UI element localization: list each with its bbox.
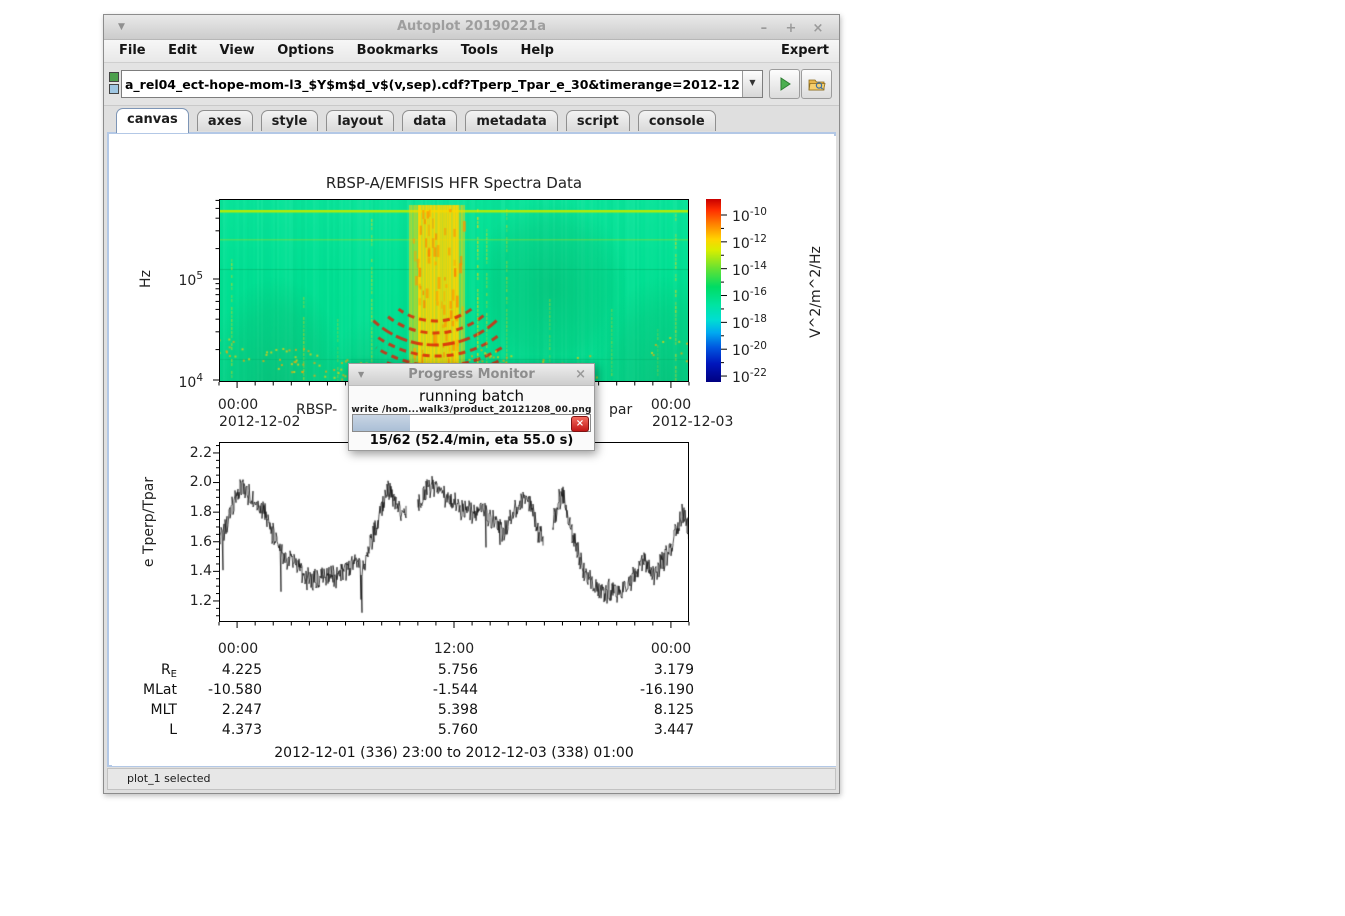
- spectrogram-ylabel: Hz: [138, 270, 154, 288]
- eph-l-3: 3.447: [599, 722, 694, 738]
- cbar-tick-1: 10-12: [732, 233, 767, 252]
- line-ytick-16: 1.6: [167, 534, 212, 550]
- play-icon: [777, 76, 793, 92]
- spectrogram-ytick-1e4: 104: [157, 372, 203, 391]
- line-ytick-20: 2.0: [167, 474, 212, 490]
- tab-axes[interactable]: axes: [197, 110, 253, 131]
- menu-tools[interactable]: Tools: [452, 40, 507, 62]
- eph-mlt-3: 8.125: [599, 702, 694, 718]
- spec-xtick-right: 00:00: [631, 397, 711, 413]
- eph-mlat-1: -10.580: [167, 682, 262, 698]
- tab-layout[interactable]: layout: [326, 110, 394, 131]
- plot2-title-fragment-left: RBSP-: [296, 402, 337, 418]
- autoplot-window: ▼ Autoplot 20190221a – + × File Edit Vie…: [103, 14, 840, 794]
- tab-script[interactable]: script: [566, 110, 630, 131]
- tabbar: canvas axes style layout data metadata s…: [104, 107, 839, 132]
- maximize-button[interactable]: +: [780, 17, 802, 41]
- uri-input[interactable]: [122, 71, 742, 97]
- uri-combobox: ▼: [121, 70, 763, 98]
- tab-metadata[interactable]: metadata: [465, 110, 557, 131]
- eph-mlt-2: 5.398: [383, 702, 478, 718]
- tperp-tpar-plot[interactable]: [219, 442, 689, 622]
- window-menu-icon[interactable]: ▼: [118, 15, 125, 39]
- line-xtick-mid: 12:00: [414, 641, 494, 657]
- minimize-button[interactable]: –: [753, 17, 775, 41]
- window-titlebar[interactable]: ▼ Autoplot 20190221a – + ×: [104, 15, 839, 40]
- chevron-down-icon: ▼: [749, 78, 755, 87]
- cbar-tick-0: 10-10: [732, 206, 767, 225]
- eph-mlat-3: -16.190: [599, 682, 694, 698]
- spec-xtick-left: 00:00: [198, 397, 278, 413]
- spec-xdate-left: 2012-12-02: [219, 414, 300, 430]
- eph-mlt-1: 2.247: [167, 702, 262, 718]
- statusbar: plot_1 selected: [107, 768, 836, 790]
- window-title: Autoplot 20190221a: [104, 15, 839, 39]
- dialog-titlebar[interactable]: ▼ Progress Monitor ×: [349, 364, 594, 386]
- plot-canvas-area[interactable]: RBSP-A/EMFISIS HFR Spectra Data Hz 105 1…: [112, 136, 836, 766]
- spectrogram-plot[interactable]: [219, 199, 689, 382]
- cbar-tick-3: 10-16: [732, 286, 767, 305]
- line-xtick-left: 00:00: [198, 641, 278, 657]
- desktop: ▼ Autoplot 20190221a – + × File Edit Vie…: [0, 0, 1345, 916]
- spectrogram-ytick-1e5: 105: [157, 270, 203, 289]
- uri-toolbar: ▼: [104, 63, 839, 106]
- menu-help[interactable]: Help: [511, 40, 562, 62]
- line-ylabel: e Tperp/Tpar: [141, 477, 157, 567]
- colorbar-label: V^2/m^2/Hz: [808, 246, 824, 338]
- menu-file[interactable]: File: [110, 40, 155, 62]
- line-ytick-18: 1.8: [167, 504, 212, 520]
- uri-dropdown-button[interactable]: ▼: [742, 71, 762, 97]
- dialog-menu-icon[interactable]: ▼: [358, 364, 364, 385]
- menu-bookmarks[interactable]: Bookmarks: [348, 40, 448, 62]
- line-ytick-22: 2.2: [167, 445, 212, 461]
- close-button[interactable]: ×: [807, 17, 829, 41]
- line-ytick-14: 1.4: [167, 563, 212, 579]
- cancel-task-button[interactable]: ×: [571, 416, 589, 432]
- tab-canvas[interactable]: canvas: [116, 108, 189, 133]
- progress-monitor-dialog[interactable]: ▼ Progress Monitor × running batch write…: [348, 363, 595, 451]
- dialog-title: Progress Monitor: [349, 364, 594, 385]
- datasource-type-icons: [109, 72, 119, 96]
- menu-edit[interactable]: Edit: [159, 40, 206, 62]
- eph-re-2: 5.756: [383, 662, 478, 678]
- tab-style[interactable]: style: [261, 110, 319, 131]
- dialog-task-label: running batch: [349, 387, 594, 405]
- cbar-tick-6: 10-22: [732, 367, 767, 386]
- eph-re-1: 4.225: [167, 662, 262, 678]
- plot2-title-fragment-right: par: [609, 402, 632, 418]
- progress-fill: [353, 415, 410, 431]
- spec-xdate-right: 2012-12-03: [652, 414, 733, 430]
- tab-console[interactable]: console: [638, 110, 716, 131]
- folder-search-icon: [808, 77, 826, 92]
- menu-view[interactable]: View: [211, 40, 264, 62]
- cbar-tick-5: 10-20: [732, 340, 767, 359]
- dialog-progress-text: 15/62 (52.4/min, eta 55.0 s): [349, 433, 594, 448]
- eph-mlat-2: -1.544: [383, 682, 478, 698]
- line-ytick-12: 1.2: [167, 593, 212, 609]
- timerange-footer: 2012-12-01 (336) 23:00 to 2012-12-03 (33…: [219, 745, 689, 761]
- datasource-blue-icon: [109, 84, 119, 94]
- cbar-tick-2: 10-14: [732, 260, 767, 279]
- menubar: File Edit View Options Bookmarks Tools H…: [104, 40, 839, 63]
- status-text: plot_1 selected: [127, 772, 211, 785]
- dialog-close-icon[interactable]: ×: [575, 364, 586, 385]
- datasource-green-icon: [109, 72, 119, 82]
- go-button[interactable]: [769, 69, 800, 99]
- progress-bar: ×: [352, 414, 591, 432]
- eph-l-2: 5.760: [383, 722, 478, 738]
- menu-options[interactable]: Options: [268, 40, 343, 62]
- eph-re-3: 3.179: [599, 662, 694, 678]
- inspect-uri-button[interactable]: [801, 69, 832, 99]
- colorbar: [706, 199, 721, 382]
- cbar-tick-4: 10-18: [732, 313, 767, 332]
- spectrogram-title: RBSP-A/EMFISIS HFR Spectra Data: [219, 174, 689, 192]
- tab-data[interactable]: data: [402, 110, 457, 131]
- expert-menu[interactable]: Expert: [781, 40, 829, 62]
- line-xtick-right: 00:00: [631, 641, 711, 657]
- eph-l-1: 4.373: [167, 722, 262, 738]
